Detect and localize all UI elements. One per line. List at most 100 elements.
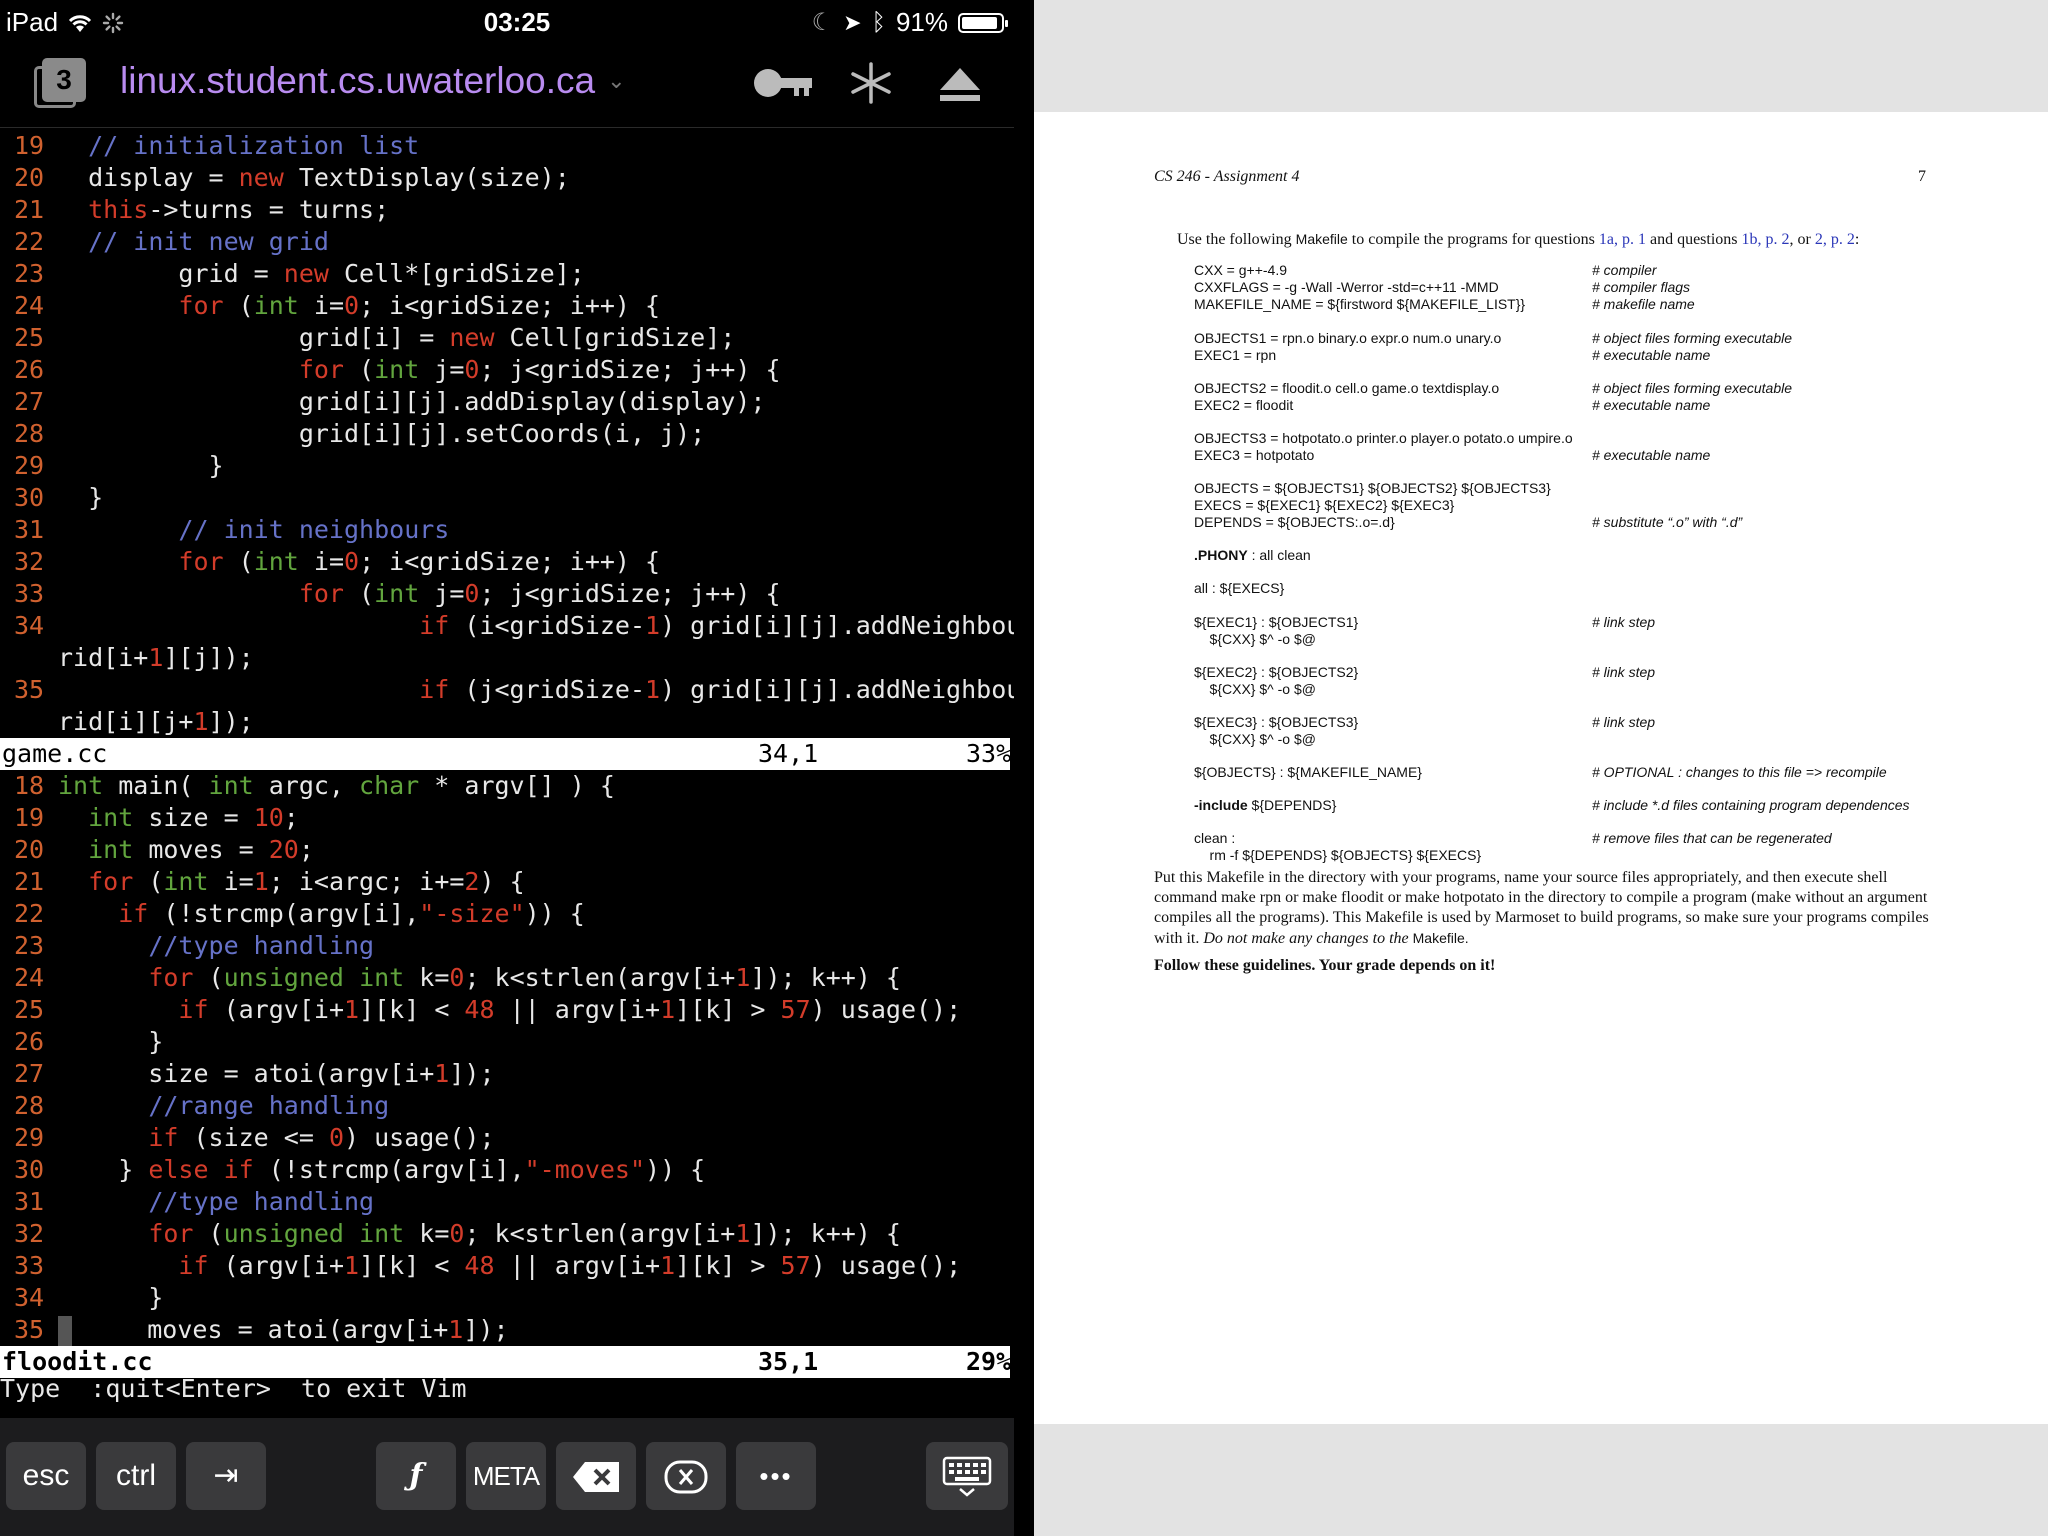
asterisk-icon[interactable] [848, 60, 894, 106]
battery-icon [958, 12, 1008, 33]
makefile-line: ${EXEC2} : ${OBJECTS2} [1194, 664, 1359, 680]
makefile-line: all : ${EXECS} [1194, 580, 1285, 596]
code-line: 22 if (!strcmp(argv[i],"-size")) { [14, 899, 585, 928]
more-keys-button[interactable]: ••• [736, 1442, 816, 1510]
host-selector[interactable]: linux.student.cs.uwaterloo.ca ⌄ [120, 60, 626, 102]
delete-key[interactable] [646, 1442, 726, 1510]
page-header: CS 246 - Assignment 4 [1154, 168, 1300, 185]
makefile-line: rm -f ${DEPENDS} ${OBJECTS} ${EXECS} [1194, 847, 1482, 863]
eject-icon[interactable] [938, 66, 982, 102]
makefile-comment: # compiler flags [1592, 279, 1691, 295]
keyboard-accessory-bar: esc ctrl ⇥ ƒ META ••• [0, 1418, 1014, 1536]
makefile-line: ${CXX} $^ -o $@ [1194, 681, 1316, 697]
code-line: 34 if (i<gridSize-1) grid[i][j].addNeigh… [14, 611, 1082, 640]
code-line: 24 for (int i=0; i<gridSize; i++) { [14, 291, 661, 320]
makefile-line: OBJECTS2 = floodit.o cell.o game.o textd… [1194, 380, 1500, 396]
battery-fill [962, 16, 997, 29]
code-line: 21 this->turns = turns; [14, 195, 390, 224]
code-line: 25 grid[i] = new Cell[gridSize]; [14, 323, 736, 352]
pane1-percent: 33% [966, 739, 1012, 768]
chevron-down-icon: ⌄ [607, 68, 626, 93]
code-line: rid[i][j+1]); [58, 707, 254, 736]
text-cursor [58, 1316, 72, 1346]
ref-link-3[interactable]: 2, p. 2 [1815, 231, 1855, 248]
code-line: 28 grid[i][j].setCoords(i, j); [14, 419, 706, 448]
makefile-line: EXEC2 = floodit [1194, 397, 1294, 413]
keyboard-hide-icon [942, 1456, 992, 1497]
makefile-comment: # link step [1592, 714, 1656, 730]
backspace-key[interactable] [556, 1442, 636, 1510]
makefile-comment: # link step [1592, 664, 1656, 680]
makefile-line: EXEC1 = rpn [1194, 347, 1277, 363]
code-line: 35 if (j<gridSize-1) grid[i][j].addNeigh… [14, 675, 1082, 704]
code-line: 24 for (unsigned int k=0; k<strlen(argv[… [14, 963, 901, 992]
pane1-position: 34,1 [758, 739, 819, 768]
makefile-line: ${EXEC3} : ${OBJECTS3} [1194, 714, 1359, 730]
pane1-filename: game.cc [2, 739, 108, 768]
status-bar: iPad 03:25 ☾ ➤ ᛒ 91% [0, 0, 1034, 42]
bluetooth-icon: ᛒ [871, 8, 886, 36]
makefile-line: CXX = g++-4.9 [1194, 262, 1288, 278]
makefile-line: EXEC3 = hotpotato [1194, 447, 1315, 463]
code-line: 18 int main( int argc, char * argv[] ) { [14, 771, 615, 800]
code-line: 23 //type handling [14, 931, 375, 960]
code-line: 23 grid = new Cell*[gridSize]; [14, 259, 585, 288]
tab-arrow-icon: ⇥ [213, 1459, 239, 1492]
makefile-line: ${CXX} $^ -o $@ [1194, 731, 1316, 747]
vim-command-line: Type :quit<Enter> to exit Vim [0, 1374, 467, 1403]
tab-key[interactable]: ⇥ [186, 1442, 266, 1510]
makefile-line: ${CXX} $^ -o $@ [1194, 631, 1316, 647]
code-line: 33 for (int j=0; j<gridSize; j++) { [14, 579, 781, 608]
makefile-line: EXECS = ${EXEC1} ${EXEC2} ${EXEC3} [1194, 497, 1455, 513]
delete-icon [664, 1460, 708, 1494]
ref-link-1[interactable]: 1a, p. 1 [1599, 231, 1646, 248]
code-line: 33 if (argv[i+1][k] < 48 || argv[i+1][k]… [14, 1251, 962, 1280]
host-name: linux.student.cs.uwaterloo.ca [120, 60, 596, 101]
makefile-line: MAKEFILE_NAME = ${firstword ${MAKEFILE_L… [1194, 296, 1526, 312]
makefile-comment: # object files forming executable [1592, 380, 1792, 396]
function-icon: ƒ [409, 1458, 423, 1493]
makefile-comment: # link step [1592, 614, 1656, 630]
code-line: 19 // initialization list [14, 131, 420, 160]
keyboard-toggle-key[interactable] [926, 1442, 1008, 1510]
code-line: 32 for (int i=0; i<gridSize; i++) { [14, 547, 661, 576]
ref-link-2[interactable]: 1b, p. 2 [1742, 231, 1790, 248]
terminal-header: 3 linux.student.cs.uwaterloo.ca ⌄ [0, 42, 1034, 128]
code-line: 30 } else if (!strcmp(argv[i],"-moves"))… [14, 1155, 706, 1184]
pane1-status-line: game.cc 34,1 33% [0, 738, 1012, 770]
vim-editor[interactable]: 19 // initialization list 20 display = n… [0, 128, 1082, 1418]
code-line: 32 for (unsigned int k=0; k<strlen(argv[… [14, 1219, 901, 1248]
makefile-comment: # executable name [1592, 447, 1711, 463]
makefile-line: clean : [1194, 830, 1236, 846]
code-line: 30 } [14, 483, 104, 512]
function-key[interactable]: ƒ [376, 1442, 456, 1510]
session-count: 3 [42, 58, 86, 102]
makefile-line: OBJECTS1 = rpn.o binary.o expr.o num.o u… [1194, 330, 1502, 346]
esc-key[interactable]: esc [6, 1442, 86, 1510]
code-line: 29 } [14, 451, 224, 480]
key-icon[interactable] [752, 66, 814, 100]
makefile-line: ${OBJECTS} : ${MAKEFILE_NAME} [1194, 764, 1422, 780]
location-arrow-icon: ➤ [843, 9, 862, 35]
backspace-icon [573, 1462, 619, 1493]
code-line: 29 if (size <= 0) usage(); [14, 1123, 495, 1152]
pdf-viewer[interactable]: CS 246 - Assignment 4 7 Use the followin… [1034, 0, 2048, 1536]
makefile-comment: # substitute “.o” with “.d” [1592, 514, 1743, 530]
split-view-divider[interactable] [1014, 0, 1034, 1536]
ctrl-key[interactable]: ctrl [96, 1442, 176, 1510]
makefile-comment: # compiler [1592, 262, 1657, 278]
makefile-line: CXXFLAGS = -g -Wall -Werror -std=c++11 -… [1194, 279, 1499, 295]
code-line: 26 for (int j=0; j<gridSize; j++) { [14, 355, 781, 384]
code-line: 19 int size = 10; [14, 803, 299, 832]
makefile-comment: # makefile name [1592, 296, 1695, 312]
makefile-line: -include ${DEPENDS} [1194, 797, 1337, 813]
code-line: 22 // init new grid [14, 227, 329, 256]
makefile-comment: # object files forming executable [1592, 330, 1792, 346]
code-line: 34 } [14, 1283, 164, 1312]
makefile-line: OBJECTS3 = hotpotato.o printer.o player.… [1194, 430, 1573, 446]
pdf-page: CS 246 - Assignment 4 7 Use the followin… [1034, 112, 2048, 1424]
makefile-line: .PHONY : all clean [1194, 547, 1311, 563]
code-line: 20 display = new TextDisplay(size); [14, 163, 570, 192]
sessions-button[interactable]: 3 [34, 58, 86, 110]
meta-key[interactable]: META [466, 1442, 546, 1510]
